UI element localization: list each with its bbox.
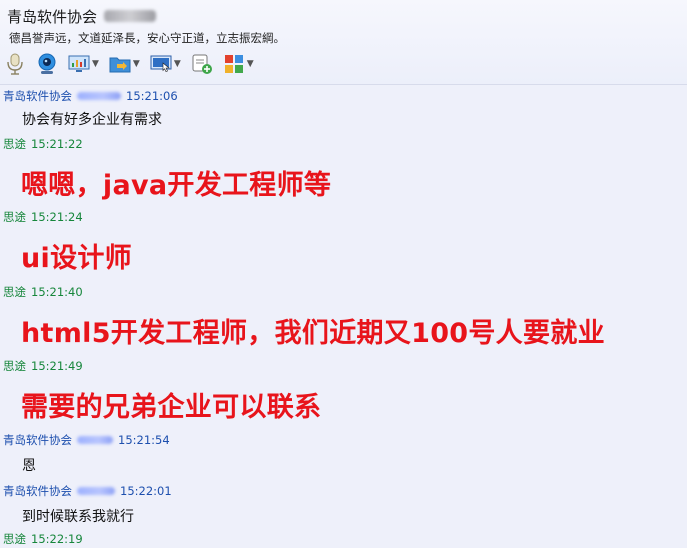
message-header: 青岛软件协会 15:21:06 bbox=[3, 88, 178, 104]
message-time: 15:21:24 bbox=[31, 210, 83, 224]
chat-header: 青岛软件协会 德昌誉声远，文道延泽長，安心守正道，立志振宏綱。 ▼ ▼ ▼ ▼ bbox=[0, 0, 687, 85]
message-header: 思途 15:21:40 bbox=[3, 284, 83, 300]
screen-share-icon bbox=[68, 53, 90, 75]
sender-name[interactable]: 思途 bbox=[3, 136, 26, 152]
sender-name[interactable]: 思途 bbox=[3, 358, 26, 374]
message-time: 15:21:49 bbox=[31, 359, 83, 373]
app-grid-icon bbox=[223, 53, 245, 75]
send-file-icon bbox=[109, 53, 131, 75]
message-text: 到时候联系我就行 bbox=[22, 509, 134, 525]
microphone-button[interactable] bbox=[4, 53, 26, 75]
title-row: 青岛软件协会 bbox=[7, 5, 157, 27]
chevron-down-icon[interactable]: ▼ bbox=[92, 59, 99, 69]
message-text: html5开发工程师，我们近期又100号人要就业 bbox=[21, 318, 605, 349]
message-header: 青岛软件协会 15:22:01 bbox=[3, 483, 172, 499]
sender-name[interactable]: 青岛软件协会 bbox=[3, 483, 72, 499]
message-header: 青岛软件协会 15:21:54 bbox=[3, 432, 170, 448]
chat-toolbar: ▼ ▼ ▼ ▼ bbox=[4, 50, 264, 78]
group-motto: 德昌誉声远，文道延泽長，安心守正道，立志振宏綱。 bbox=[9, 31, 285, 45]
redacted-id bbox=[77, 436, 113, 444]
remote-assist-button[interactable]: ▼ bbox=[150, 53, 181, 75]
sender-name[interactable]: 青岛软件协会 bbox=[3, 88, 72, 104]
group-title: 青岛软件协会 bbox=[7, 7, 98, 26]
message-time: 15:22:19 bbox=[31, 532, 83, 546]
message-header: 思途 15:22:19 bbox=[3, 531, 83, 547]
send-file-button[interactable]: ▼ bbox=[109, 53, 140, 75]
redacted-id bbox=[77, 92, 121, 100]
message-text: 嗯嗯，java开发工程师等 bbox=[21, 170, 332, 201]
remote-assist-icon bbox=[150, 53, 172, 75]
message-text: 需要的兄弟企业可以联系 bbox=[21, 392, 322, 423]
screen-share-button[interactable]: ▼ bbox=[68, 53, 99, 75]
sender-name[interactable]: 思途 bbox=[3, 531, 26, 547]
app-grid-button[interactable]: ▼ bbox=[223, 53, 254, 75]
message-header: 思途 15:21:49 bbox=[3, 358, 83, 374]
chevron-down-icon[interactable]: ▼ bbox=[133, 59, 140, 69]
sender-name[interactable]: 思途 bbox=[3, 284, 26, 300]
sender-name[interactable]: 思途 bbox=[3, 209, 26, 225]
message-time: 15:21:06 bbox=[126, 89, 178, 103]
webcam-button[interactable] bbox=[36, 53, 58, 75]
message-time: 15:21:54 bbox=[118, 433, 170, 447]
message-time: 15:21:22 bbox=[31, 137, 83, 151]
message-header: 思途 15:21:22 bbox=[3, 136, 83, 152]
message-text: 协会有好多企业有需求 bbox=[22, 112, 162, 128]
redacted-id bbox=[77, 487, 115, 495]
add-app-icon bbox=[191, 53, 213, 75]
message-time: 15:22:01 bbox=[120, 484, 172, 498]
add-app-button[interactable] bbox=[191, 53, 213, 75]
chevron-down-icon[interactable]: ▼ bbox=[247, 59, 254, 69]
chevron-down-icon[interactable]: ▼ bbox=[174, 59, 181, 69]
message-text: 恩 bbox=[22, 458, 36, 474]
redacted-id bbox=[104, 10, 157, 22]
microphone-icon bbox=[4, 53, 26, 75]
message-time: 15:21:40 bbox=[31, 285, 83, 299]
message-text: ui设计师 bbox=[21, 243, 132, 274]
message-header: 思途 15:21:24 bbox=[3, 209, 83, 225]
sender-name[interactable]: 青岛软件协会 bbox=[3, 432, 72, 448]
webcam-icon bbox=[36, 53, 58, 75]
